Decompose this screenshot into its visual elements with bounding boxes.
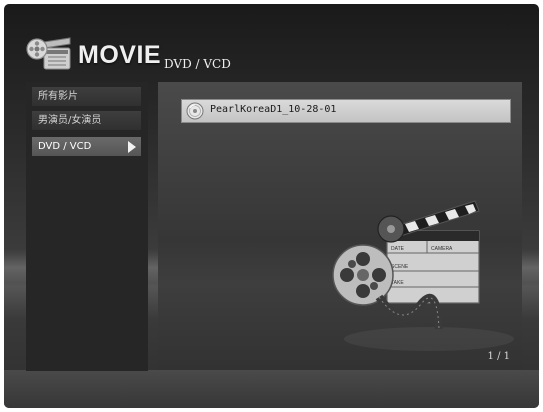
movie-screen: MOVIE DVD / VCD 所有影片 男演员/女演员 DVD / VCD P…: [4, 4, 539, 408]
disc-icon: [186, 102, 204, 120]
app-logo: MOVIE: [26, 34, 176, 80]
sidebar-item-all-movies[interactable]: 所有影片: [32, 87, 141, 106]
clapper-label-scene: SCENE: [391, 264, 409, 270]
film-reel-icon: [26, 37, 71, 70]
sidebar-item-label: 所有影片: [38, 91, 78, 102]
file-name: PearlKoreaD1_10-28-01: [210, 104, 337, 115]
file-browser-panel: PearlKoreaD1_10-28-01 DATE CAMERA SCENE …: [158, 82, 522, 370]
sidebar-item-dvd-vcd[interactable]: DVD / VCD: [32, 137, 141, 156]
app-title: MOVIE: [78, 41, 162, 69]
file-list-item[interactable]: PearlKoreaD1_10-28-01: [181, 99, 511, 123]
page-indicator: 1 / 1: [487, 351, 510, 362]
sidebar-item-label: DVD / VCD: [38, 141, 92, 152]
clapperboard-film-reel-icon: DATE CAMERA SCENE TAKE: [332, 200, 514, 351]
sidebar-item-label: 男演员/女演员: [38, 115, 102, 126]
sidebar: 所有影片 男演员/女演员 DVD / VCD: [26, 82, 148, 371]
section-title: DVD / VCD: [164, 57, 231, 71]
bottom-band: [4, 370, 539, 408]
sidebar-item-actors[interactable]: 男演员/女演员: [32, 111, 141, 130]
clapper-label-camera: CAMERA: [431, 246, 453, 252]
arrow-right-icon: [128, 141, 136, 153]
clapper-label-date: DATE: [391, 246, 405, 252]
